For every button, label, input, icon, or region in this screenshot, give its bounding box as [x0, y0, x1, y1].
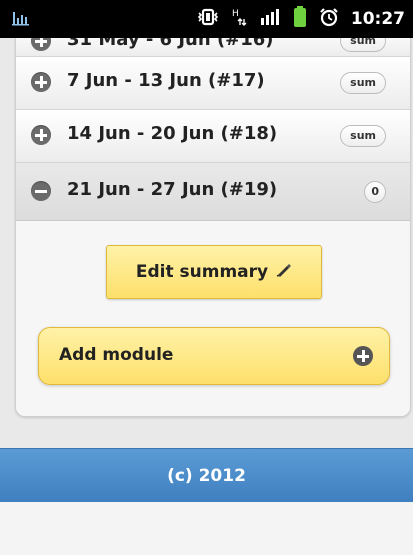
collapse-icon [31, 181, 51, 201]
expand-icon [31, 72, 51, 92]
footer: (c) 2012 [0, 448, 413, 503]
hspa-icon: H [231, 7, 247, 31]
summary-badge[interactable]: sum [340, 125, 386, 147]
plus-icon [353, 346, 373, 366]
add-module-label: Add module [59, 345, 174, 365]
week-label: 21 Jun - 27 Jun (#19) [67, 179, 278, 200]
weeks-list: 31 May - 6 Jun (#16) sum 7 Jun - 13 Jun … [15, 38, 411, 417]
week-row-19[interactable]: 21 Jun - 27 Jun (#19) 0 [16, 163, 410, 221]
week-row-17[interactable]: 7 Jun - 13 Jun (#17) sum [16, 57, 410, 110]
week-row-18[interactable]: 14 Jun - 20 Jun (#18) sum [16, 110, 410, 163]
add-module-button[interactable]: Add module [38, 327, 390, 385]
vibrate-icon [197, 8, 219, 30]
copyright-text: (c) 2012 [167, 466, 246, 486]
clock: 10:27 [350, 9, 405, 29]
week-label: 31 May - 6 Jun (#16) [67, 38, 274, 50]
week-label: 14 Jun - 20 Jun (#18) [67, 123, 278, 144]
week-row-16[interactable]: 31 May - 6 Jun (#16) sum [16, 38, 410, 57]
svg-text:H: H [232, 9, 239, 19]
usb-debug-icon [12, 10, 30, 30]
page-background [0, 502, 413, 555]
main-content: 31 May - 6 Jun (#16) sum 7 Jun - 13 Jun … [0, 38, 413, 448]
alarm-icon [319, 7, 339, 31]
summary-badge[interactable]: sum [340, 72, 386, 94]
expand-icon [31, 38, 51, 51]
battery-icon [293, 6, 307, 32]
pencil-icon [276, 262, 292, 282]
expand-icon [31, 125, 51, 145]
signal-icon [259, 8, 281, 30]
status-bar: H 10:27 [0, 0, 413, 38]
week-label: 7 Jun - 13 Jun (#17) [67, 70, 265, 91]
edit-summary-button[interactable]: Edit summary [106, 245, 322, 299]
edit-summary-label: Edit summary [135, 262, 269, 282]
week-details: Edit summary Add module [16, 221, 410, 416]
summary-badge[interactable]: sum [340, 38, 386, 52]
count-badge[interactable]: 0 [364, 181, 386, 203]
